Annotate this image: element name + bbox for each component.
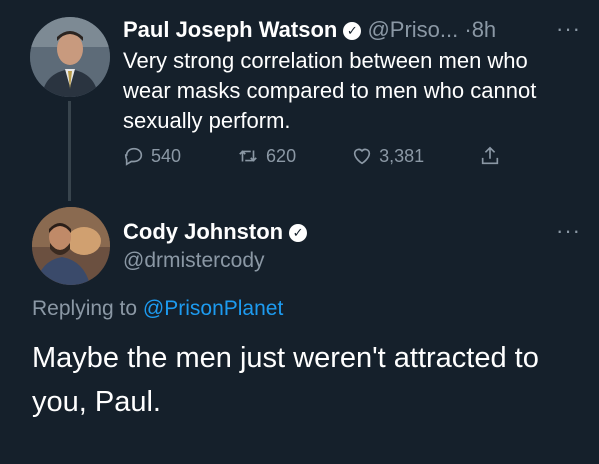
reply-button[interactable]: 540 bbox=[123, 145, 181, 167]
replying-to-handle-link[interactable]: @PrisonPlanet bbox=[143, 297, 283, 320]
tweet1-timestamp[interactable]: ·8h bbox=[464, 17, 496, 42]
tweet2-text: Maybe the men just weren't attracted to … bbox=[32, 342, 539, 418]
verified-badge-icon: ✓ bbox=[289, 224, 308, 242]
tweet1-header: Paul Joseph Watson ✓ @Priso... ·8h bbox=[123, 17, 496, 43]
heart-icon bbox=[353, 148, 371, 165]
like-count: 3,381 bbox=[379, 145, 425, 166]
tweet2-author-handle[interactable]: @drmistercody bbox=[123, 249, 265, 273]
replying-to-line: Replying to @PrisonPlanet bbox=[32, 297, 283, 321]
replying-to-label: Replying to bbox=[32, 297, 138, 320]
share-icon bbox=[481, 146, 499, 165]
tweet2-author-name[interactable]: Cody Johnston bbox=[123, 219, 283, 244]
avatar-cody-johnston[interactable] bbox=[32, 207, 110, 285]
tweet1-action-bar: 540 620 3,381 bbox=[123, 145, 562, 167]
avatar-paul-joseph-watson[interactable] bbox=[30, 17, 110, 97]
like-button[interactable]: 3,381 bbox=[351, 145, 424, 167]
tweet2-more-options-icon[interactable]: ··· bbox=[556, 218, 581, 244]
reply-count: 540 bbox=[151, 145, 182, 166]
tweet1-more-options-icon[interactable]: ··· bbox=[556, 16, 581, 42]
verified-badge-icon: ✓ bbox=[343, 22, 362, 40]
retweet-button[interactable]: 620 bbox=[236, 145, 296, 167]
retweet-icon bbox=[239, 150, 257, 162]
tweet1-text: Very strong correlation between men who … bbox=[123, 48, 537, 133]
tweet2-header: Cody Johnston ✓ bbox=[123, 219, 308, 245]
retweet-count: 620 bbox=[266, 145, 297, 166]
tweet1-author-handle[interactable]: @Priso... bbox=[367, 17, 458, 42]
reply-icon bbox=[124, 147, 143, 166]
thread-connector-line bbox=[68, 101, 71, 201]
tweet1-author-name[interactable]: Paul Joseph Watson bbox=[123, 17, 337, 42]
share-button[interactable] bbox=[479, 145, 507, 167]
